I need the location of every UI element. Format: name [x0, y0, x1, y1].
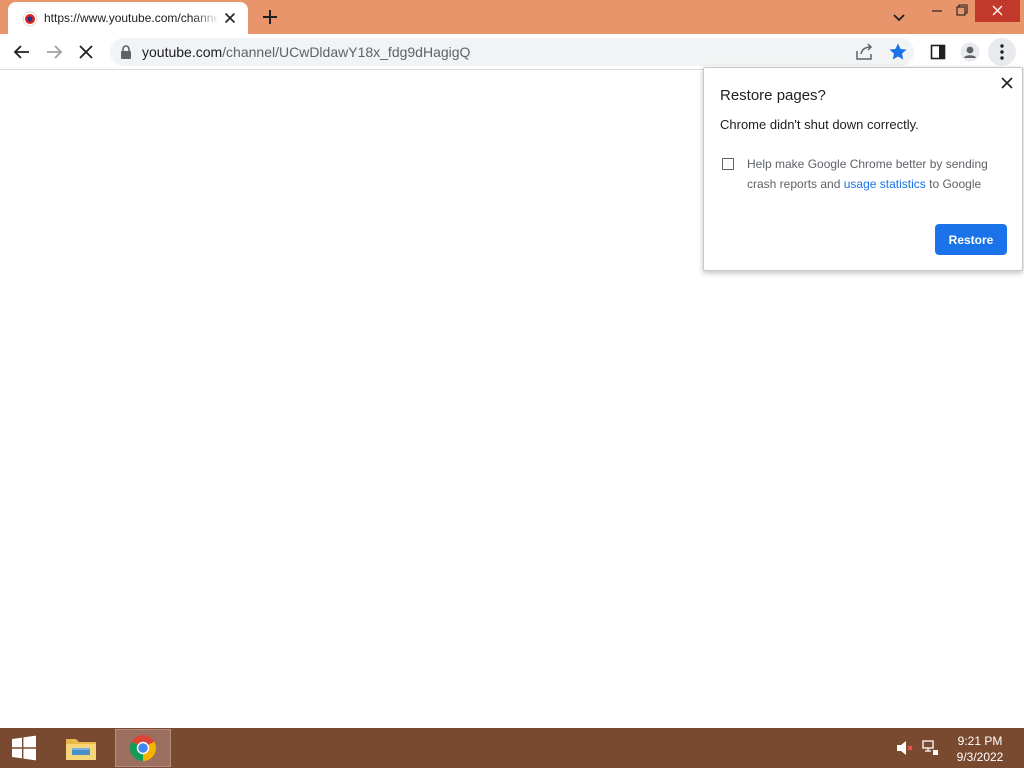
restore-window-icon[interactable] — [950, 0, 974, 22]
stop-x-icon — [79, 45, 93, 59]
bookmark-star-icon[interactable] — [888, 42, 908, 62]
clock-date: 9/3/2022 — [956, 750, 1004, 764]
taskbar-file-explorer[interactable] — [53, 729, 109, 767]
window-close-icon[interactable] — [975, 0, 1020, 22]
volume-muted-icon[interactable] — [896, 740, 914, 756]
chrome-logo-icon — [129, 735, 157, 761]
usage-statistics-link[interactable]: usage statistics — [844, 177, 926, 191]
address-bar[interactable]: youtube.com/channel/UCwDldawY18x_fdg9dHa… — [110, 38, 914, 66]
system-clock[interactable]: 9:21 PM 9/3/2022 — [946, 733, 1014, 765]
side-panel-icon — [930, 44, 946, 60]
forward-button[interactable] — [40, 38, 68, 66]
crash-reports-label: Help make Google Chrome better by sendin… — [747, 154, 1007, 194]
url-path: /channel/UCwDldawY18x_fdg9dHagigQ — [222, 44, 471, 60]
tab-search-chevron-icon[interactable] — [888, 6, 910, 28]
kebab-menu-icon — [1000, 44, 1004, 60]
taskbar-chrome[interactable] — [115, 729, 171, 767]
tab-close-icon[interactable] — [222, 10, 238, 26]
back-arrow-icon — [13, 45, 29, 59]
profile-button[interactable] — [956, 38, 984, 66]
dialog-message: Chrome didn't shut down correctly. — [720, 117, 919, 132]
stop-loading-button[interactable] — [72, 38, 100, 66]
browser-toolbar: youtube.com/channel/UCwDldawY18x_fdg9dHa… — [0, 34, 1024, 70]
clock-time: 9:21 PM — [957, 734, 1003, 748]
tab-strip: https://www.youtube.com/channel/UCwDldaw… — [0, 0, 1024, 34]
browser-tab[interactable]: https://www.youtube.com/channel/UCwDldaw… — [8, 2, 248, 34]
windows-logo-icon — [12, 735, 36, 761]
crash-reports-text-end: to Google — [929, 177, 982, 191]
crash-reports-checkbox[interactable] — [722, 158, 734, 170]
dialog-close-icon[interactable] — [1000, 76, 1014, 90]
minimize-icon[interactable] — [922, 0, 952, 22]
side-panel-button[interactable] — [924, 38, 952, 66]
url-host: youtube.com — [142, 44, 223, 60]
youtube-favicon-icon — [22, 11, 38, 27]
dialog-title: Restore pages? — [720, 87, 826, 104]
url-text[interactable]: youtube.com/channel/UCwDldawY18x_fdg9dHa… — [142, 44, 470, 60]
windows-taskbar: 9:21 PM 9/3/2022 — [0, 728, 1024, 768]
start-button[interactable] — [0, 728, 48, 768]
new-tab-plus-icon[interactable] — [258, 5, 282, 29]
lock-icon[interactable] — [120, 45, 132, 59]
profile-avatar-icon — [960, 42, 980, 62]
restore-button[interactable]: Restore — [935, 224, 1007, 255]
tab-title: https://www.youtube.com/channel/UCwDldaw… — [44, 11, 219, 25]
share-icon[interactable] — [854, 42, 876, 62]
network-icon[interactable] — [922, 740, 940, 756]
forward-arrow-icon — [47, 45, 63, 59]
folder-icon — [66, 739, 96, 760]
chrome-menu-button[interactable] — [988, 38, 1016, 66]
back-button[interactable] — [8, 38, 36, 66]
restore-pages-dialog: Restore pages? Chrome didn't shut down c… — [703, 67, 1023, 271]
